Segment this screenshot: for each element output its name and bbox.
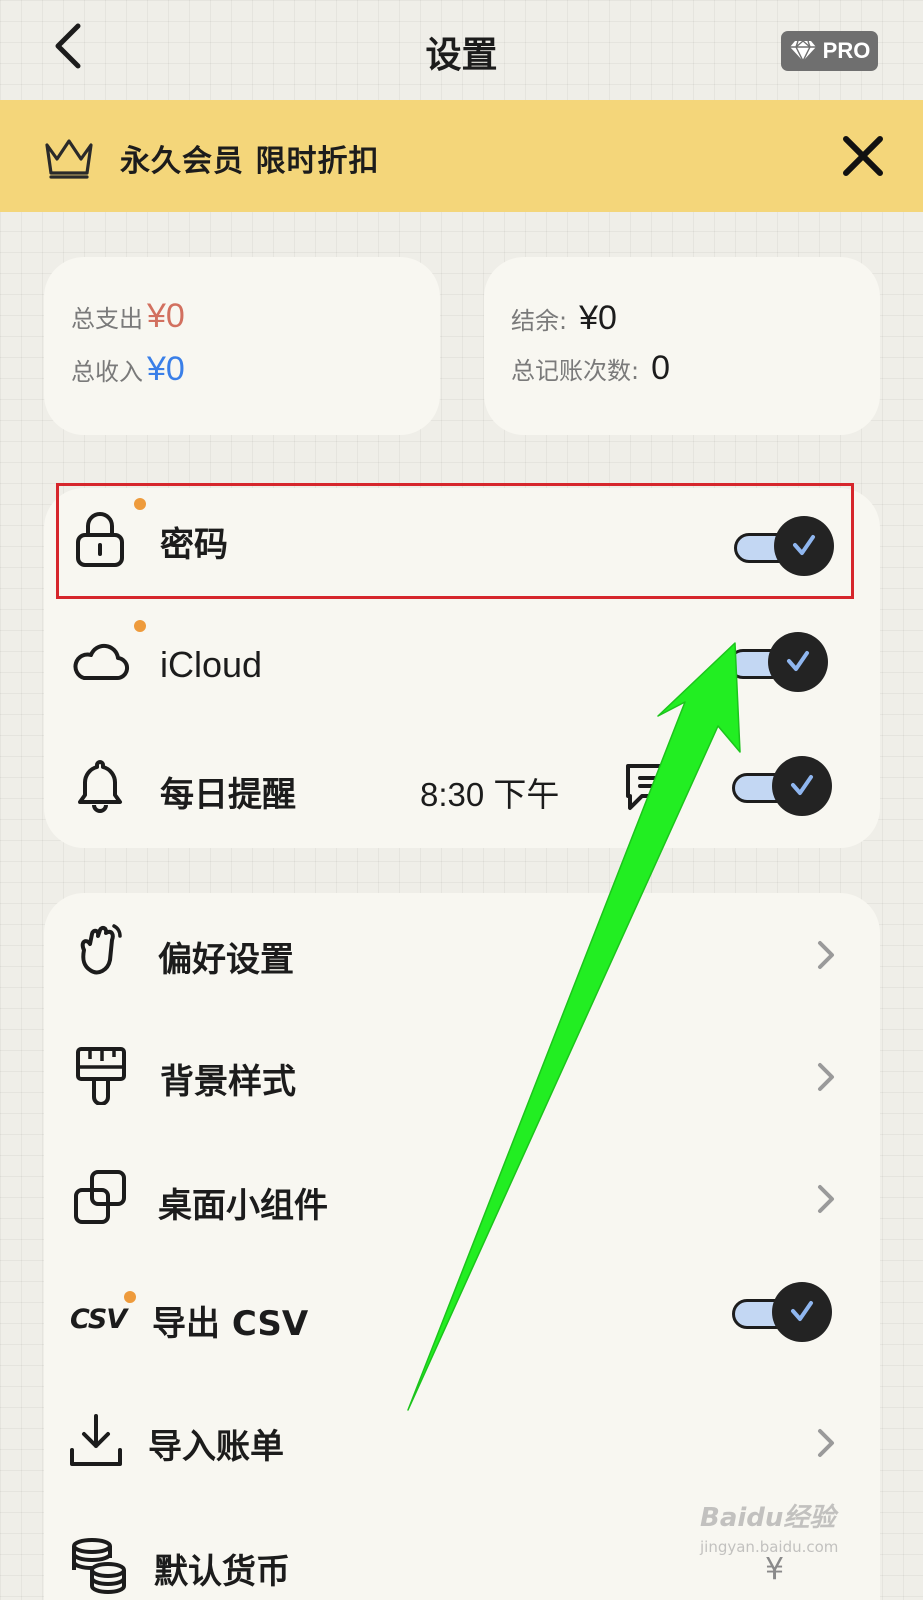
row-label-import-bills: 导入账单: [148, 1427, 284, 1467]
download-icon: [70, 1414, 122, 1466]
expense-income-card: 总支出 ¥0 总收入 ¥0: [44, 257, 440, 435]
row-label-background-style: 背景样式: [160, 1062, 296, 1102]
record-count-label: 总记账次数:: [511, 357, 640, 385]
row-label-daily-reminder: 每日提醒: [160, 775, 296, 815]
row-label-preferences: 偏好设置: [158, 940, 294, 980]
message-icon[interactable]: [620, 758, 680, 814]
pro-badge[interactable]: PRO: [781, 31, 878, 71]
diamond-icon: [789, 40, 816, 63]
row-label-icloud: iCloud: [160, 644, 263, 685]
watermark-text: Baidu经验: [700, 1503, 836, 1533]
new-dot: [134, 620, 146, 632]
chevron-right-icon: [818, 1429, 834, 1457]
hand-icon: [80, 924, 122, 975]
total-income-value: ¥0: [147, 350, 185, 388]
check-icon: [787, 651, 809, 671]
chevron-right-icon: [818, 1063, 834, 1091]
icloud-toggle[interactable]: [726, 627, 836, 697]
total-income-label: 总收入: [71, 358, 143, 386]
highlight-box: [56, 483, 854, 599]
total-expense-value: ¥0: [147, 297, 185, 335]
check-icon: [791, 1301, 813, 1321]
chevron-right-icon: [818, 1185, 834, 1213]
coins-icon: [72, 1538, 126, 1594]
banner-text: 永久会员 限时折扣: [120, 144, 380, 179]
balance-label: 结余:: [511, 307, 568, 335]
watermark-subtext: jingyan.baidu.com: [700, 1538, 839, 1556]
pro-label: PRO: [822, 38, 871, 63]
watermark: Baidu经验 jingyan.baidu.com: [700, 1497, 880, 1577]
chevron-right-icon: [818, 941, 834, 969]
total-expense-label: 总支出: [71, 305, 143, 333]
new-dot: [124, 1291, 136, 1303]
row-label-export-csv: 导出 CSV: [152, 1304, 309, 1344]
csv-icon: CSV: [70, 1304, 127, 1335]
crown-icon: [45, 139, 93, 179]
paint-brush-icon: [76, 1047, 126, 1105]
row-label-widgets: 桌面小组件: [158, 1186, 328, 1226]
balance-value: ¥0: [579, 299, 617, 337]
close-icon[interactable]: [840, 133, 886, 179]
check-icon: [791, 775, 813, 795]
daily-reminder-toggle[interactable]: [730, 751, 840, 821]
row-label-default-currency: 默认货币: [154, 1552, 290, 1592]
export-csv-toggle[interactable]: [730, 1277, 840, 1347]
balance-card: 结余: ¥0 总记账次数: 0: [484, 257, 880, 435]
bell-icon: [78, 760, 122, 813]
reminder-time[interactable]: 8:30 下午: [420, 768, 559, 816]
widget-icon: [74, 1170, 126, 1224]
cloud-icon: [73, 643, 129, 681]
record-count-value: 0: [651, 349, 671, 387]
